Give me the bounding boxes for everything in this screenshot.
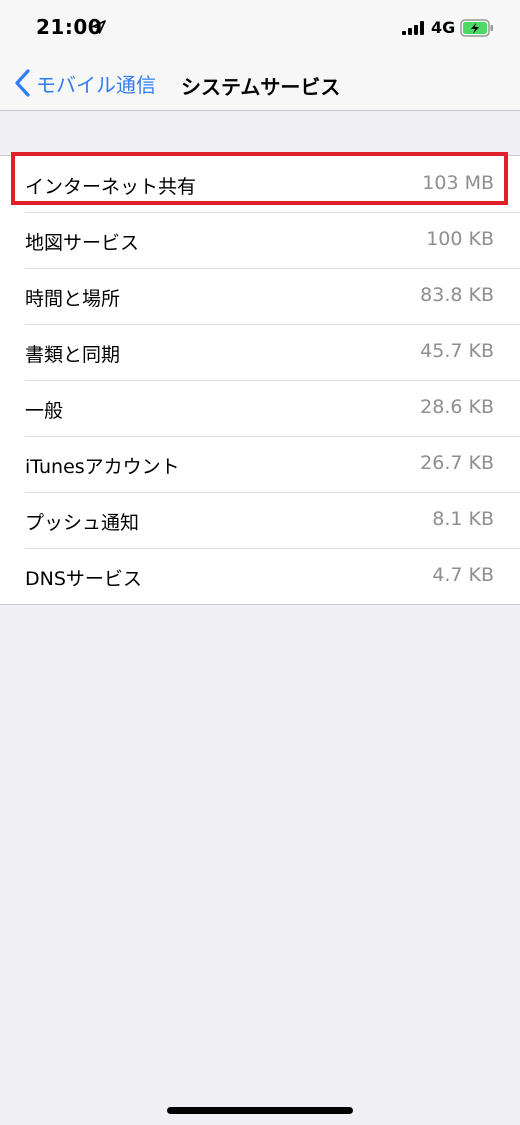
list-item: 書類と同期 45.7 KB	[0, 324, 520, 380]
home-indicator	[167, 1107, 353, 1114]
network-type: 4G	[431, 18, 456, 37]
service-usage: 4.7 KB	[432, 564, 494, 586]
list-item: iTunesアカウント 26.7 KB	[0, 436, 520, 492]
service-name: 時間と場所	[25, 288, 121, 310]
highlight-annotation	[11, 152, 508, 205]
back-button-label: モバイル通信	[36, 72, 156, 97]
service-usage: 8.1 KB	[432, 508, 494, 530]
back-button[interactable]: モバイル通信	[14, 66, 156, 100]
location-arrow-icon	[92, 20, 106, 34]
list-item: 地図サービス 100 KB	[0, 212, 520, 268]
service-name: 書類と同期	[25, 344, 121, 366]
service-usage: 45.7 KB	[420, 340, 494, 362]
cellular-signal-icon	[402, 21, 424, 35]
service-usage: 100 KB	[426, 228, 494, 250]
list-item: プッシュ通知 8.1 KB	[0, 492, 520, 548]
page-title: システムサービス	[181, 75, 341, 99]
service-name: iTunesアカウント	[25, 456, 180, 478]
service-usage: 28.6 KB	[420, 396, 494, 418]
service-name: 一般	[25, 400, 64, 422]
list-item: DNSサービス 4.7 KB	[0, 548, 520, 604]
list-item: 時間と場所 83.8 KB	[0, 268, 520, 324]
service-name: プッシュ通知	[25, 512, 140, 534]
chevron-left-icon	[15, 69, 30, 97]
service-usage: 83.8 KB	[420, 284, 494, 306]
service-usage: 26.7 KB	[420, 452, 494, 474]
service-name: 地図サービス	[25, 232, 140, 254]
battery-charging-icon	[460, 19, 493, 37]
navigation-bar: モバイル通信 システムサービス	[0, 56, 520, 111]
list-item: 一般 28.6 KB	[0, 380, 520, 436]
status-bar: 21:00 4G	[0, 0, 520, 56]
service-name: DNSサービス	[25, 568, 142, 590]
system-services-list: インターネット共有 103 MB 地図サービス 100 KB 時間と場所 83.…	[0, 155, 520, 605]
